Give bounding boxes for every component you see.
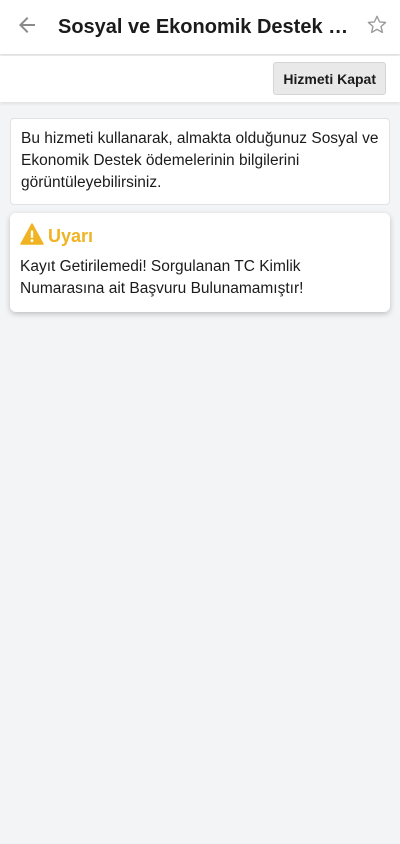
warning-icon — [20, 223, 44, 250]
page-title: Sosyal ve Ekonomik Destek Ödemeleri — [58, 15, 354, 38]
favorite-button[interactable] — [354, 0, 400, 54]
arrow-left-icon — [15, 13, 39, 42]
back-button[interactable] — [0, 0, 54, 54]
warning-header: Uyarı — [20, 223, 380, 250]
warning-alert: Uyarı Kayıt Getirilemedi! Sorgulanan TC … — [10, 213, 390, 312]
app-header: Sosyal ve Ekonomik Destek Ödemeleri — [0, 0, 400, 54]
info-text: Bu hizmeti kullanarak, almakta olduğunuz… — [21, 130, 379, 191]
info-card: Bu hizmeti kullanarak, almakta olduğunuz… — [10, 118, 390, 205]
warning-title: Uyarı — [48, 226, 94, 246]
close-service-button[interactable]: Hizmeti Kapat — [273, 62, 386, 95]
star-outline-icon — [366, 14, 388, 41]
action-bar: Hizmeti Kapat — [0, 56, 400, 102]
warning-message: Kayıt Getirilemedi! Sorgulanan TC Kimlik… — [20, 258, 304, 297]
